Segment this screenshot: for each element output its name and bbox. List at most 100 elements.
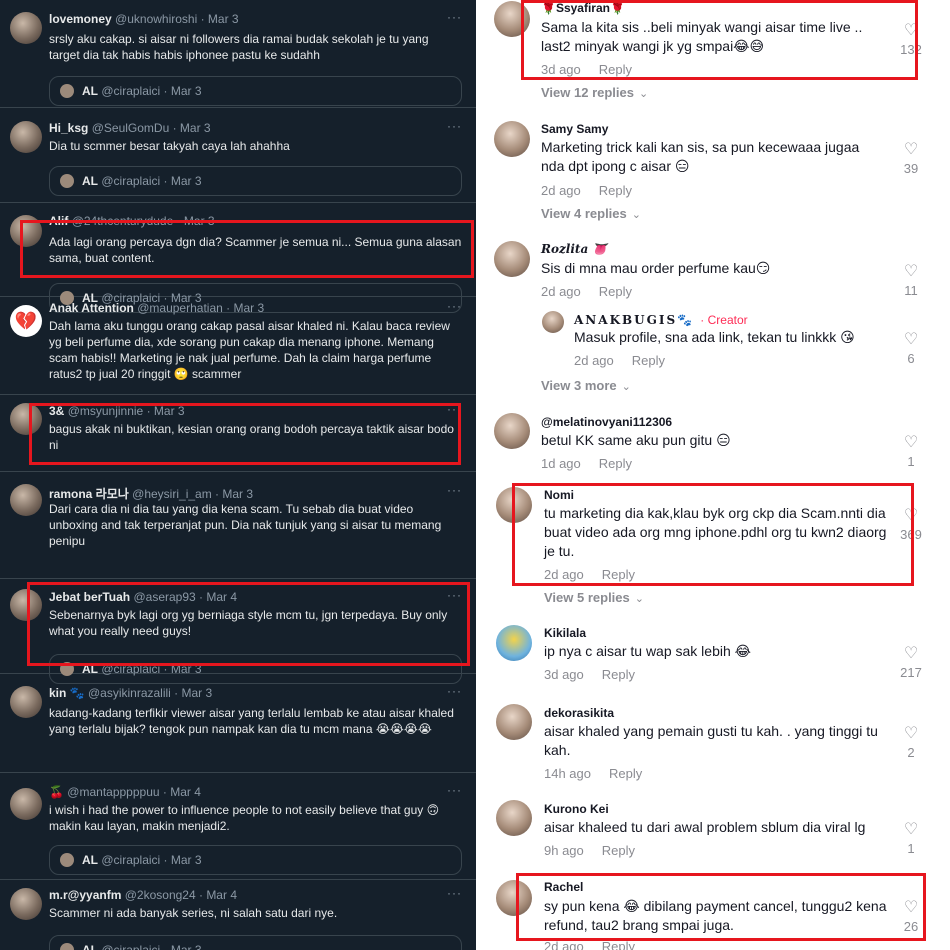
more-options-icon[interactable]: ··· [447,119,462,133]
reply-button[interactable]: Reply [599,456,632,471]
avatar[interactable] [496,625,532,661]
comment-author-name[interactable]: Nomi [544,488,574,502]
comment-author-name[interactable]: Samy Samy [541,122,608,136]
tweet[interactable]: ramona 라모나 @heysiri_i_am · Mar 3 ··· Dar… [0,472,476,579]
chevron-down-icon: ⌄ [621,381,631,393]
comment-author-name[interactable]: Rachel [544,880,583,894]
tweet-author-name[interactable]: Hi_ksg [49,121,88,135]
reply-button[interactable]: Reply [602,567,635,582]
reply-button[interactable]: Reply [602,843,635,858]
avatar[interactable] [10,484,42,516]
avatar[interactable] [496,880,532,916]
avatar[interactable] [496,800,532,836]
avatar[interactable] [10,403,42,435]
tweet-author-name[interactable]: Alif [49,214,68,228]
tweet-author-name[interactable]: Jebat berTuah [49,590,130,604]
more-options-icon[interactable]: ··· [447,299,462,313]
broken-heart-avatar[interactable]: 💔 [10,305,42,337]
avatar[interactable] [496,704,532,740]
tweet[interactable]: 💔 Anak Attention @mauperhatian · Mar 3 ·… [0,297,476,395]
comment-author-name[interactable]: @melatinovyani112306 [541,415,672,429]
reply-button[interactable]: Reply [602,667,635,682]
comment-author-name[interactable]: Kurono Kei [544,802,609,816]
reply-button[interactable]: Reply [599,62,632,77]
tweet[interactable]: Hi_ksg @SeulGomDu · Mar 3 ··· Dia tu scm… [0,108,476,203]
tweet-author-name[interactable]: Anak Attention [49,301,134,315]
avatar[interactable] [10,589,42,621]
tweet-author-name[interactable]: kin 🐾 [49,686,85,700]
like-button[interactable]: ♡ 2 [896,725,926,761]
quoted-tweet[interactable]: AL @ciraplaici · Mar 3 [49,166,462,196]
like-button[interactable]: ♡ 6 [896,332,926,367]
avatar[interactable] [10,686,42,718]
tweet[interactable]: kin 🐾 @asyikinrazalili · Mar 3 ··· kadan… [0,674,476,773]
quoted-tweet[interactable]: AL @ciraplaici · Mar 3 [49,935,462,950]
like-count: 11 [904,283,918,298]
avatar[interactable] [542,311,564,333]
more-options-icon[interactable]: ··· [447,10,462,24]
like-button[interactable]: ♡ 132 [896,23,926,58]
heart-icon: ♡ [903,725,919,742]
more-options-icon[interactable]: ··· [447,886,462,900]
comment-author-name[interactable]: 🌹Ssyafiran🌹 [541,1,625,15]
reply-button[interactable]: Reply [599,183,632,198]
tweet-author-name[interactable]: m.r@yyanfm [49,888,121,902]
comment-author-name[interactable]: Kikilala [544,626,586,640]
like-button[interactable]: ♡ 39 [896,142,926,177]
view-replies-button[interactable]: View 5 replies ⌄ [544,590,644,605]
quoted-tweet[interactable]: AL @ciraplaici · Mar 3 [49,76,462,106]
avatar [60,943,74,950]
more-options-icon[interactable]: ··· [447,213,462,227]
avatar[interactable] [494,413,530,449]
more-options-icon[interactable]: ··· [447,588,462,602]
avatar[interactable] [10,12,42,44]
tweet-author-name[interactable]: lovemoney [49,12,112,26]
more-options-icon[interactable]: ··· [447,684,462,698]
reply-button[interactable]: Reply [609,766,642,781]
quote-author-name: AL [82,853,98,867]
avatar[interactable] [10,888,42,920]
comment: Rachel sy pun kena 😂 dibilang payment ca… [476,880,950,950]
tweet[interactable]: 3& @msyunjinnie · Mar 3 ··· bagus akak n… [0,395,476,472]
more-options-icon[interactable]: ··· [447,483,462,497]
tweet-author-name[interactable]: 3& [49,404,64,418]
avatar[interactable] [494,121,530,157]
avatar[interactable] [494,1,530,37]
tweet[interactable]: m.r@yyanfm @2kosong24 · Mar 4 ··· Scamme… [0,880,476,950]
view-replies-button[interactable]: View 4 replies ⌄ [541,206,641,221]
quoted-tweet[interactable]: AL @ciraplaici · Mar 3 [49,845,462,875]
heart-icon: ♡ [903,821,919,838]
tweet-text: Dari cara dia ni dia tau yang dia kena s… [49,502,442,548]
more-options-icon[interactable]: ··· [447,783,462,797]
tweet[interactable]: 🍒 @mantapppppuu · Mar 4 ··· i wish i had… [0,773,476,880]
avatar[interactable] [10,788,42,820]
comment-time: 9h ago [544,843,584,858]
comment-text: Masuk profile, sna ada link, tekan tu li… [574,329,855,345]
like-button[interactable]: ♡ 1 [896,821,926,857]
reply-button[interactable]: Reply [632,353,665,368]
like-button[interactable]: ♡ 1 [896,435,926,470]
like-button[interactable]: ♡ 217 [896,646,926,681]
tweet-author-name[interactable]: 🍒 [49,785,64,799]
tweet[interactable]: lovemoney @uknowhiroshi · Mar 3 ··· srsl… [0,0,476,108]
comment-author-name[interactable]: ANAKBUGIS🐾 · Creator [574,313,748,327]
view-replies-button[interactable]: View 12 replies ⌄ [541,85,648,100]
comment-author-name[interactable]: Rozlita 👅 [541,242,607,256]
comment: @melatinovyani112306 betul KK same aku p… [476,413,950,478]
like-button[interactable]: ♡ 11 [896,264,926,299]
tweet[interactable]: Jebat berTuah @aserap93 · Mar 4 ··· Sebe… [0,579,476,684]
like-button[interactable]: ♡ 369 [896,508,926,543]
reply-button[interactable]: Reply [602,939,635,950]
like-button[interactable]: ♡ 26 [896,900,926,935]
avatar[interactable] [494,241,530,277]
view-more-button[interactable]: View 3 more ⌄ [541,378,631,393]
tweet[interactable]: Alif @24thcenturydude · Mar 3 ··· Ada la… [0,203,476,313]
tweet-text: srsly aku cakap. si aisar ni followers d… [49,32,429,62]
reply-button[interactable]: Reply [599,284,632,299]
comment-author-name[interactable]: dekorasikita [544,706,614,720]
tweet-author-name[interactable]: ramona 라모나 [49,487,129,501]
more-options-icon[interactable]: ··· [447,402,462,416]
avatar[interactable] [496,487,532,523]
avatar[interactable] [10,121,42,153]
avatar[interactable] [10,215,42,247]
